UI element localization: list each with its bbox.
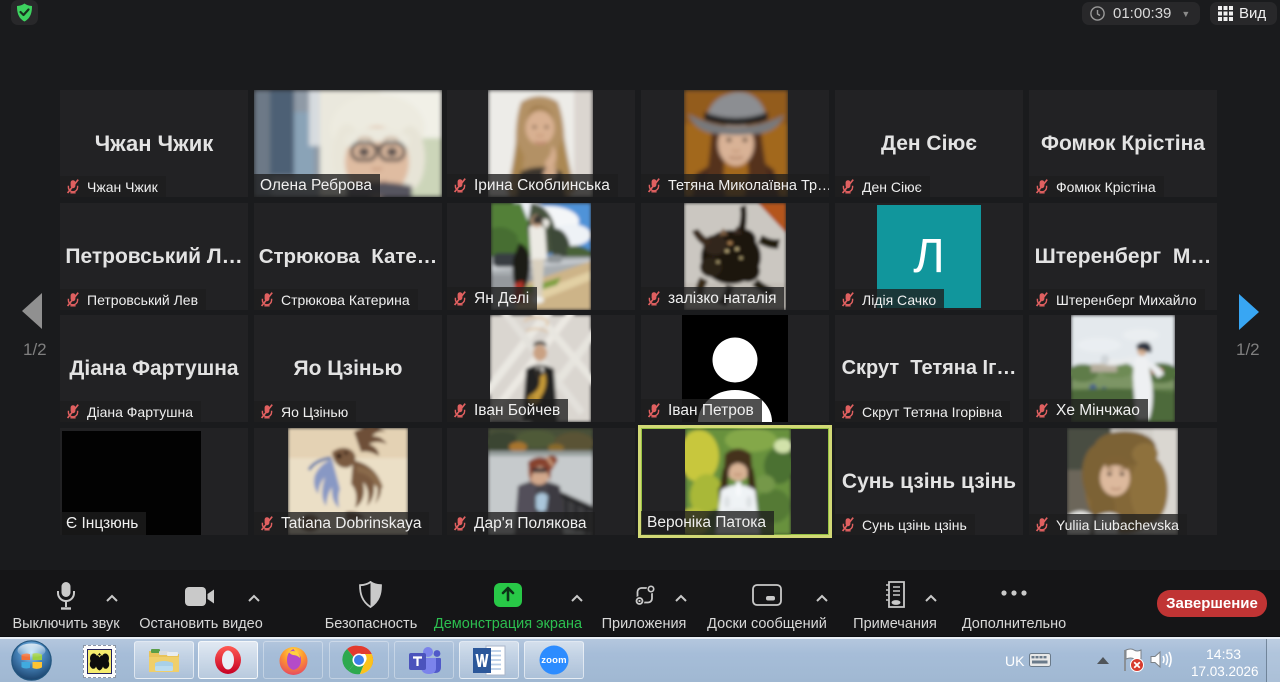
svg-text:zoom: zoom [541,655,567,666]
